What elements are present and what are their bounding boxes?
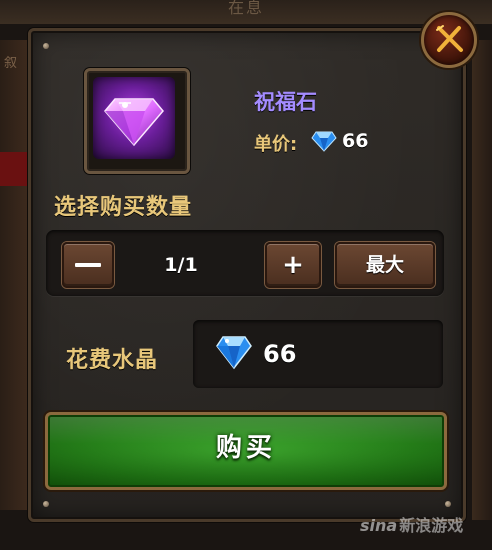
purple-gem-icon [104,98,164,147]
watermark-brand: sina [360,516,398,535]
background-side-mark: 叙 [4,56,18,71]
rivet [43,43,49,49]
close-button[interactable] [421,12,477,68]
rivet [445,501,451,507]
buy-button[interactable]: 购买 [45,412,447,490]
item-icon-frame [84,68,190,174]
watermark-text: 新浪游戏 [399,516,464,535]
watermark: sina 新浪游戏 [360,512,463,536]
background-red-block [0,152,28,186]
background-top-bar: 在息 [0,0,492,24]
cost-value: 66 [263,340,297,368]
rivet [43,501,49,507]
background-title: 在息 [227,0,264,17]
buy-button-label: 购买 [215,433,276,463]
background-left-panel: 叙 [0,40,28,510]
item-name: 祝福石 [254,90,317,114]
blue-crystal-icon [311,130,337,156]
unit-price-label: 单价: [254,134,298,155]
select-quantity-label: 选择购买数量 [54,195,193,220]
background-right-panel [472,40,492,520]
increase-quantity-button[interactable]: + [265,242,321,288]
close-x-icon [436,25,463,52]
quantity-value: 1/1 [164,254,198,276]
blue-crystal-icon [215,334,253,374]
max-quantity-button[interactable]: 最大 [335,242,435,288]
decrease-quantity-button[interactable] [62,242,114,288]
cost-label: 花费水晶 [66,348,159,373]
minus-icon [75,263,101,267]
unit-price-value: 66 [342,130,369,152]
item-icon-background [93,77,175,159]
